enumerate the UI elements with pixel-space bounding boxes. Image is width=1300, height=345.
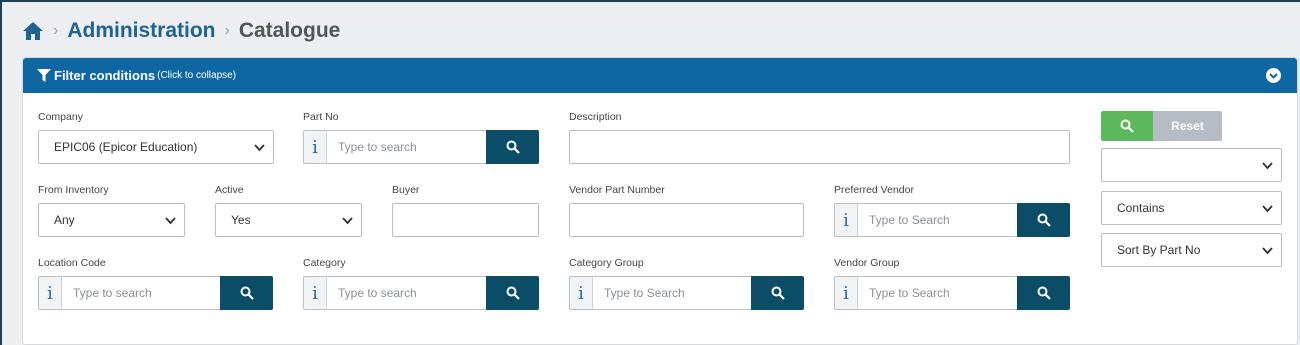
sort-select[interactable]: Sort By Part No — [1101, 233, 1282, 267]
field-select[interactable] — [1101, 148, 1282, 182]
collapse-button[interactable] — [1266, 68, 1281, 83]
from-inventory-label: From Inventory — [38, 184, 109, 196]
search-icon — [506, 286, 520, 300]
location-code-search-button[interactable] — [220, 276, 273, 310]
chevron-right-icon: › — [53, 22, 59, 39]
chevron-down-icon — [1262, 247, 1273, 255]
panel-subtitle: (Click to collapse) — [157, 70, 237, 81]
category-group-search-group: i Type to Search — [569, 276, 804, 310]
preferred-vendor-search-group: i Type to Search — [834, 203, 1070, 237]
vendor-group-label: Vendor Group — [834, 257, 900, 269]
vendor-group-search-button[interactable] — [1017, 276, 1070, 310]
panel-title: Filter conditions — [54, 68, 156, 83]
buyer-label: Buyer — [392, 184, 420, 196]
active-label: Active — [215, 184, 244, 196]
search-icon — [506, 140, 520, 154]
part-no-label: Part No — [303, 111, 339, 123]
category-input[interactable]: Type to search — [327, 276, 486, 310]
vendor-part-number-label: Vendor Part Number — [569, 184, 665, 196]
preferred-vendor-input[interactable]: Type to Search — [858, 203, 1017, 237]
filter-panel: Filter conditions (Click to collapse) Co… — [22, 57, 1298, 345]
category-group-label: Category Group — [569, 257, 644, 269]
sort-select-value: Sort By Part No — [1117, 243, 1201, 257]
info-icon[interactable]: i — [38, 276, 62, 310]
category-group-input[interactable]: Type to Search — [593, 276, 751, 310]
chevron-down-icon — [1262, 205, 1273, 213]
company-select-value: EPIC06 (Epicor Education) — [54, 140, 198, 154]
vendor-group-input[interactable]: Type to Search — [858, 276, 1017, 310]
preferred-vendor-label: Preferred Vendor — [834, 184, 914, 196]
chevron-right-icon: › — [224, 22, 230, 39]
vendor-part-number-input[interactable] — [569, 203, 804, 237]
description-label: Description — [569, 111, 622, 123]
match-select-value: Contains — [1117, 201, 1165, 215]
chevron-down-icon — [165, 217, 176, 225]
category-label: Category — [303, 257, 346, 269]
search-icon — [771, 286, 785, 300]
part-no-input[interactable]: Type to search — [327, 130, 486, 164]
from-inventory-value: Any — [54, 213, 75, 227]
filter-icon — [37, 69, 51, 82]
chevron-down-icon — [254, 144, 265, 152]
part-no-search-button[interactable] — [486, 130, 539, 164]
info-icon[interactable]: i — [569, 276, 593, 310]
info-icon[interactable]: i — [303, 130, 327, 164]
chevron-down-icon — [1262, 162, 1273, 170]
match-select[interactable]: Contains — [1101, 191, 1282, 225]
home-icon[interactable] — [22, 20, 44, 42]
reset-button[interactable]: Reset — [1153, 111, 1222, 141]
part-no-search-group: i Type to search — [303, 130, 539, 164]
category-search-button[interactable] — [486, 276, 539, 310]
active-value: Yes — [231, 213, 251, 227]
breadcrumb-administration[interactable]: Administration — [67, 19, 215, 43]
vendor-group-search-group: i Type to Search — [834, 276, 1070, 310]
filter-panel-header[interactable]: Filter conditions (Click to collapse) — [23, 58, 1297, 93]
location-code-input[interactable]: Type to search — [62, 276, 220, 310]
location-code-search-group: i Type to search — [38, 276, 273, 310]
info-icon[interactable]: i — [303, 276, 327, 310]
category-group-search-button[interactable] — [751, 276, 804, 310]
description-input[interactable] — [569, 130, 1070, 164]
buyer-input[interactable] — [392, 203, 539, 237]
chevron-down-icon — [342, 217, 353, 225]
search-button[interactable] — [1101, 111, 1153, 141]
page-title: Catalogue — [238, 19, 341, 42]
category-search-group: i Type to search — [303, 276, 539, 310]
preferred-vendor-search-button[interactable] — [1017, 203, 1070, 237]
active-select[interactable]: Yes — [215, 203, 362, 237]
company-label: Company — [38, 111, 83, 123]
location-code-label: Location Code — [38, 257, 106, 269]
search-icon — [240, 286, 254, 300]
search-icon — [1120, 119, 1134, 133]
company-select[interactable]: EPIC06 (Epicor Education) — [38, 130, 274, 164]
search-icon — [1037, 213, 1051, 227]
from-inventory-select[interactable]: Any — [38, 203, 185, 237]
chevron-down-icon — [1269, 73, 1278, 79]
breadcrumb: › Administration › Catalogue — [22, 16, 340, 46]
info-icon[interactable]: i — [834, 276, 858, 310]
info-icon[interactable]: i — [834, 203, 858, 237]
search-icon — [1037, 286, 1051, 300]
